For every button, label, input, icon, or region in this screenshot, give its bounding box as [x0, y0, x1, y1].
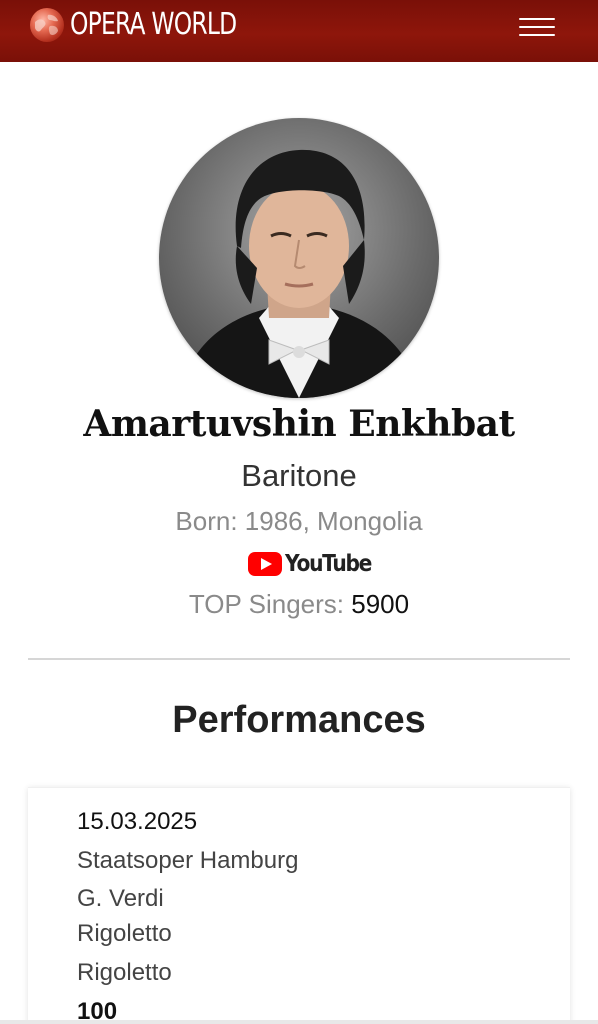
- performance-opera: Rigoletto: [77, 920, 172, 947]
- bottom-edge: [0, 1020, 598, 1024]
- singer-portrait: [159, 118, 439, 398]
- logo-text: OPERA WORLD: [70, 7, 237, 42]
- voice-type: Baritone: [241, 458, 357, 493]
- youtube-play-icon: [248, 552, 282, 576]
- hamburger-menu-icon[interactable]: [518, 14, 556, 40]
- youtube-link[interactable]: YouTube: [248, 549, 383, 579]
- top-navigation-bar: OPERA WORLD: [0, 0, 598, 62]
- performance-role: Rigoletto: [77, 959, 172, 986]
- performance-date: 15.03.2025: [77, 808, 198, 835]
- top-singers-label: TOP Singers:: [188, 589, 345, 619]
- globe-icon: [30, 8, 64, 42]
- birth-info: Born: 1986, Mongolia: [175, 506, 423, 536]
- singer-name: Amartuvshin Enkhbat: [83, 403, 515, 445]
- top-singers-value: 5900: [351, 589, 410, 619]
- top-singers-rank: TOP Singers: 5900: [0, 585, 598, 623]
- youtube-label: YouTube: [285, 551, 372, 577]
- section-divider: [28, 658, 570, 660]
- performances-heading: Performances: [172, 699, 426, 741]
- performance-card[interactable]: 15.03.2025 Staatsoper Hamburg G. Verdi R…: [28, 787, 570, 1024]
- performance-composer: G. Verdi: [77, 885, 164, 912]
- opera-world-logo[interactable]: OPERA WORLD: [30, 7, 283, 43]
- performance-venue: Staatsoper Hamburg: [77, 847, 299, 874]
